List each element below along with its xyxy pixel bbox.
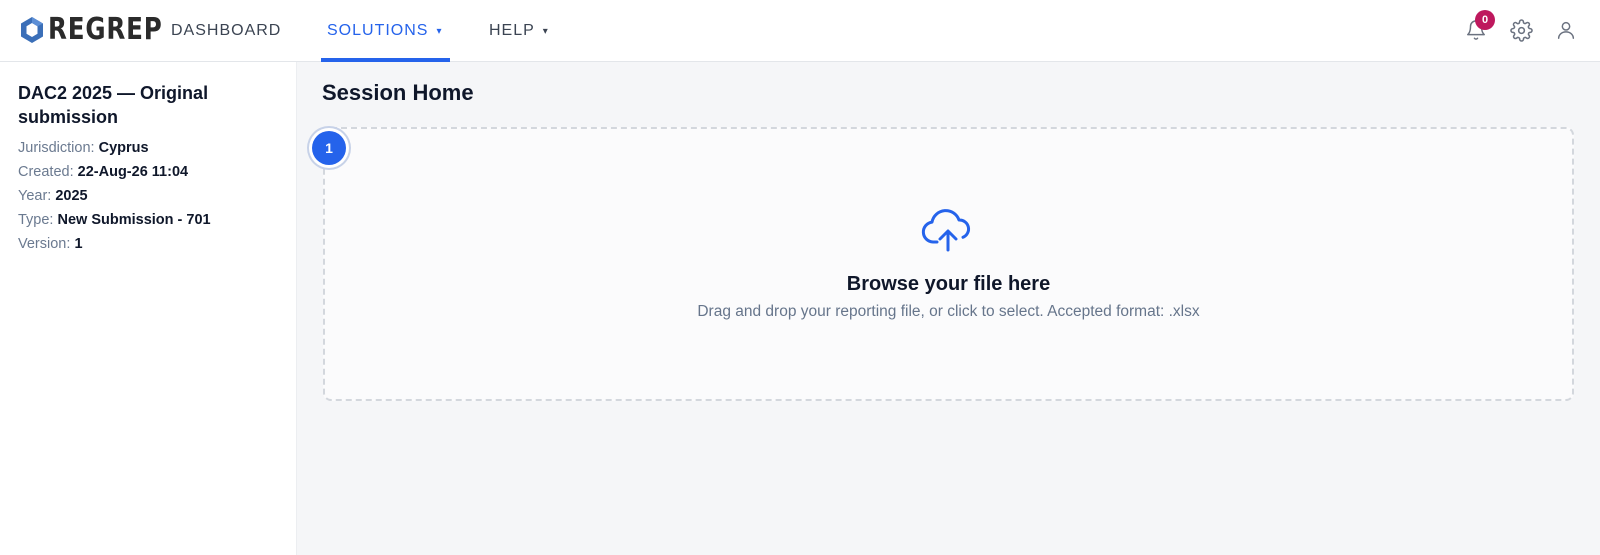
version-value: 1 bbox=[74, 236, 83, 252]
created-value: 22-Aug-26 11:04 bbox=[77, 164, 189, 180]
page-title: Session Home bbox=[322, 80, 474, 105]
dropzone-subtitle: Drag and drop your reporting file, or cl… bbox=[697, 303, 1200, 320]
chevron-down-icon: ▾ bbox=[436, 25, 443, 37]
year-value: 2025 bbox=[55, 188, 88, 204]
nav-solutions[interactable]: SOLUTIONS ▾ bbox=[327, 0, 443, 62]
file-dropzone[interactable] bbox=[323, 127, 1574, 401]
chevron-down-icon: ▾ bbox=[542, 25, 549, 37]
dropzone-title[interactable]: Browse your file here bbox=[323, 273, 1574, 296]
session-title: DAC2 2025 — Original submission bbox=[18, 83, 209, 127]
type-value: New Submission - 701 bbox=[57, 212, 211, 228]
hexagon-logo-icon bbox=[21, 17, 43, 43]
nav-help[interactable]: HELP ▾ bbox=[489, 0, 549, 62]
jurisdiction-value: Cyprus bbox=[98, 140, 149, 156]
type-label: Type: bbox=[18, 212, 54, 228]
top-navigation-bar: REGREP DASHBOARD SOLUTIONS ▾ HELP ▾ 0 bbox=[0, 0, 1600, 62]
brand-name: REGREP bbox=[48, 12, 163, 47]
cloud-upload-icon[interactable] bbox=[921, 208, 975, 259]
jurisdiction-label: Jurisdiction: bbox=[18, 140, 95, 156]
nav-help-label: HELP bbox=[489, 22, 535, 39]
nav-dashboard-label: DASHBOARD bbox=[171, 22, 282, 39]
brand-logo[interactable]: REGREP bbox=[20, 13, 188, 47]
created-label: Created: bbox=[18, 164, 74, 180]
created-row: Created: 22-Aug-26 11:04 bbox=[18, 164, 188, 180]
notification-count-badge: 0 bbox=[1475, 10, 1495, 30]
version-label: Version: bbox=[18, 236, 71, 252]
jurisdiction-row: Jurisdiction: Cyprus bbox=[18, 140, 149, 156]
session-sidebar: DAC2 2025 — Original submission Jurisdic… bbox=[0, 62, 297, 555]
version-row: Version: 1 bbox=[18, 236, 83, 252]
nav-dashboard[interactable]: DASHBOARD bbox=[171, 0, 281, 62]
type-row: Type: New Submission - 701 bbox=[18, 212, 211, 228]
nav-solutions-label: SOLUTIONS bbox=[327, 22, 429, 39]
active-nav-indicator bbox=[321, 58, 450, 62]
year-label: Year: bbox=[18, 188, 52, 204]
year-row: Year: 2025 bbox=[18, 188, 88, 204]
profile-button[interactable] bbox=[1552, 16, 1580, 44]
step-number-badge: 1 bbox=[312, 131, 346, 165]
settings-button[interactable] bbox=[1507, 16, 1535, 44]
gear-icon bbox=[1509, 18, 1533, 42]
user-icon bbox=[1557, 21, 1575, 39]
